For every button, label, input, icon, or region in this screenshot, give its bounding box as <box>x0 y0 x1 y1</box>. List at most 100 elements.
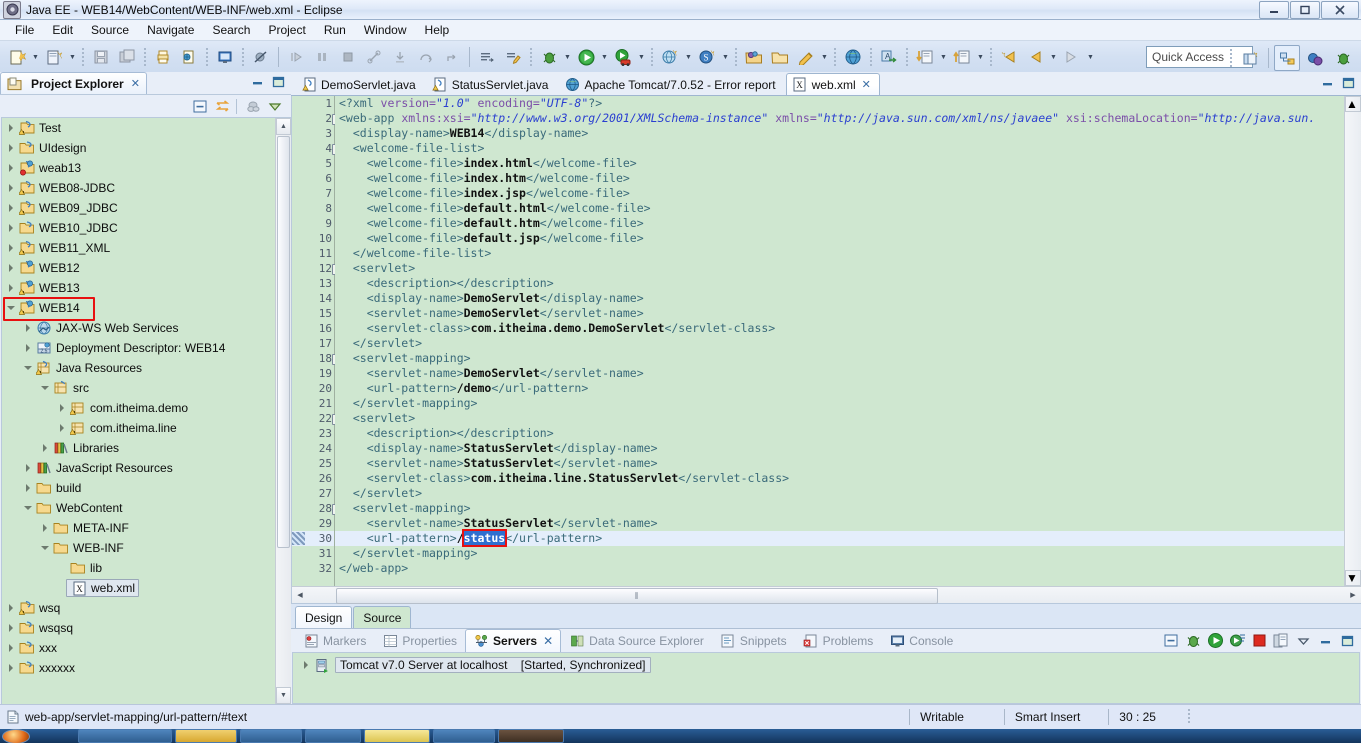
menu-help[interactable]: Help <box>416 21 459 39</box>
taskbar-item[interactable] <box>78 729 172 743</box>
minimize-icon[interactable] <box>1315 631 1335 650</box>
expand-arrow-icon[interactable] <box>299 661 313 669</box>
maximize-icon[interactable] <box>1337 631 1357 650</box>
taskbar-item[interactable] <box>433 729 495 743</box>
expand-arrow-icon[interactable] <box>55 398 69 418</box>
focus-on-active-task-icon[interactable] <box>243 97 263 115</box>
expand-arrow-icon[interactable] <box>21 478 35 498</box>
run-as-icon[interactable]: A <box>877 45 901 69</box>
taskbar-item[interactable] <box>240 729 302 743</box>
editor-tab-web-xml[interactable]: Xweb.xml ✕ <box>785 73 880 95</box>
code-line[interactable]: <servlet> <box>335 411 1361 426</box>
code-line[interactable]: <description></description> <box>335 276 1361 291</box>
scroll-thumb[interactable] <box>1345 112 1361 552</box>
tree-item-com-itheima-demo[interactable]: com.itheima.demo <box>2 398 291 418</box>
taskbar-item[interactable] <box>498 729 564 743</box>
collapse-arrow-icon[interactable] <box>21 358 35 378</box>
stop-server-icon[interactable] <box>1249 631 1269 650</box>
tree-item-com-itheima-line[interactable]: com.itheima.line <box>2 418 291 438</box>
tree-item-src[interactable]: src <box>2 378 291 398</box>
code-line[interactable]: <display-name>StatusServlet</display-nam… <box>335 441 1361 456</box>
expand-arrow-icon[interactable] <box>4 118 18 138</box>
expand-arrow-icon[interactable] <box>4 178 18 198</box>
scroll-down-icon[interactable]: ▼ <box>276 687 291 704</box>
bottom-tab-snippets[interactable]: Snippets <box>712 629 795 652</box>
run-icon[interactable] <box>574 45 598 69</box>
close-icon[interactable]: ✕ <box>862 78 871 91</box>
back-icon[interactable] <box>1023 45 1047 69</box>
publish-server-icon[interactable] <box>1271 631 1291 650</box>
collapse-arrow-icon[interactable] <box>38 378 52 398</box>
scroll-right-icon[interactable]: ▶ <box>1345 588 1361 602</box>
bottom-tab-console[interactable]: Console <box>881 629 961 652</box>
minimize-icon[interactable] <box>250 75 265 89</box>
project-tree[interactable]: Test UIdesign weab13 WEB08-JDBC WEB09_JDBC WE… <box>1 117 291 705</box>
project-tree-scrollbar[interactable]: ▲ ▼ <box>275 118 291 704</box>
start-server-icon[interactable] <box>1205 631 1225 650</box>
editor-tab-apache-tomcat-7-0-52-error-report[interactable]: Apache Tomcat/7.0.52 - Error report <box>558 73 784 95</box>
code-line[interactable]: <welcome-file>index.htm</welcome-file> <box>335 171 1361 186</box>
edit-icon[interactable] <box>794 45 818 69</box>
taskbar-item[interactable] <box>364 729 430 743</box>
expand-arrow-icon[interactable] <box>4 138 18 158</box>
run-server-dropdown-icon[interactable]: ▼ <box>636 46 647 68</box>
code-line[interactable]: <welcome-file>index.html</welcome-file> <box>335 156 1361 171</box>
tree-item-jax-ws-web-services[interactable]: JAX-WS Web Services <box>2 318 291 338</box>
collapse-arrow-icon[interactable] <box>4 298 18 318</box>
previous-annotation-icon[interactable] <box>950 45 974 69</box>
collapse-all-icon[interactable] <box>1161 631 1181 650</box>
expand-arrow-icon[interactable] <box>55 418 69 438</box>
expand-arrow-icon[interactable] <box>21 338 35 358</box>
collapse-arrow-icon[interactable] <box>38 538 52 558</box>
open-type-icon[interactable] <box>742 45 766 69</box>
new-dynamic-web-project-dropdown-icon[interactable]: ▼ <box>720 46 731 68</box>
menu-project[interactable]: Project <box>259 21 314 39</box>
code-line[interactable]: <display-name>WEB14</display-name> <box>335 126 1361 141</box>
tree-item-xxx[interactable]: xxx <box>2 638 291 658</box>
code-line[interactable]: <servlet-mapping> <box>335 501 1361 516</box>
code-line[interactable]: <description></description> <box>335 426 1361 441</box>
tree-item-xxxxxx[interactable]: xxxxxx <box>2 658 291 678</box>
close-button[interactable] <box>1321 1 1359 19</box>
new-java-project-icon[interactable] <box>42 45 66 69</box>
view-menu-icon[interactable] <box>1293 631 1313 650</box>
tab-design[interactable]: Design <box>295 606 353 628</box>
terminal-icon[interactable] <box>213 45 237 69</box>
code-line[interactable]: <servlet-class>com.itheima.demo.DemoServ… <box>335 321 1361 336</box>
code-line[interactable]: <welcome-file>default.jsp</welcome-file> <box>335 231 1361 246</box>
code-line[interactable]: <display-name>DemoServlet</display-name> <box>335 291 1361 306</box>
tree-item-web08-jdbc[interactable]: WEB08-JDBC <box>2 178 291 198</box>
line-number-gutter[interactable]: 12-34-56789101112-131415161718-19202122-… <box>292 96 343 586</box>
tree-item-web13[interactable]: WEB13 <box>2 278 291 298</box>
code-line[interactable]: </servlet-mapping> <box>335 396 1361 411</box>
profile-server-icon[interactable] <box>1227 631 1247 650</box>
code-line[interactable]: <web-app xmlns:xsi="http://www.w3.org/20… <box>335 111 1361 126</box>
editor-tab-demoservlet-java[interactable]: DemoServlet.java <box>295 73 425 95</box>
new-wizard-icon[interactable] <box>5 45 29 69</box>
expand-arrow-icon[interactable] <box>4 258 18 278</box>
editor-horizontal-scrollbar[interactable]: ◀ ⦀ ▶ <box>291 586 1361 604</box>
code-line[interactable]: </servlet-mapping> <box>335 546 1361 561</box>
save-icon[interactable] <box>89 45 113 69</box>
menu-source[interactable]: Source <box>82 21 138 39</box>
servers-list[interactable]: Tomcat v7.0 Server at localhost [Started… <box>292 652 1360 704</box>
tab-source[interactable]: Source <box>353 606 412 628</box>
maximize-icon[interactable] <box>271 75 286 89</box>
next-annotation-dropdown-icon[interactable]: ▼ <box>938 46 949 68</box>
expand-arrow-icon[interactable] <box>4 278 18 298</box>
tree-item-webcontent[interactable]: WebContent <box>2 498 291 518</box>
forward-icon[interactable] <box>1060 45 1084 69</box>
expand-arrow-icon[interactable] <box>4 598 18 618</box>
expand-arrow-icon[interactable] <box>4 158 18 178</box>
tree-item-web12[interactable]: WEB12 <box>2 258 291 278</box>
expand-arrow-icon[interactable] <box>21 458 35 478</box>
code-line[interactable]: <servlet-class>com.itheima.line.StatusSe… <box>335 471 1361 486</box>
tree-item-web-inf[interactable]: WEB-INF <box>2 538 291 558</box>
edit-dropdown-icon[interactable]: ▼ <box>819 46 830 68</box>
expand-arrow-icon[interactable] <box>4 658 18 678</box>
bottom-tab-problems[interactable]: Problems <box>795 629 882 652</box>
tree-item-web09-jdbc[interactable]: WEB09_JDBC <box>2 198 291 218</box>
new-server-icon[interactable] <box>658 45 682 69</box>
import-icon[interactable] <box>177 45 201 69</box>
scroll-left-icon[interactable]: ◀ <box>292 588 308 602</box>
